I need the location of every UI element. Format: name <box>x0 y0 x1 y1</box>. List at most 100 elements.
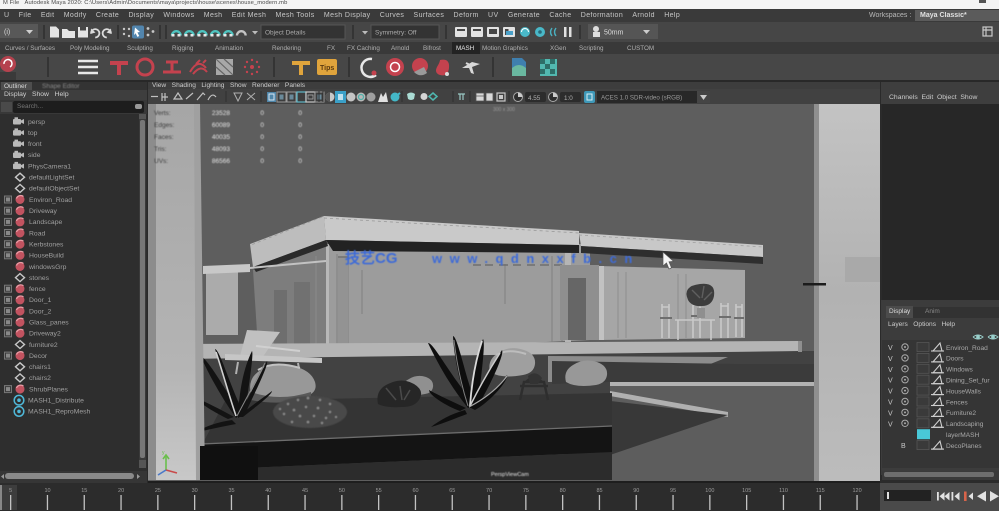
svg-text:Driveway: Driveway <box>29 208 58 215</box>
svg-text:Furniture2: Furniture2 <box>946 410 976 417</box>
svg-text:V: V <box>888 378 893 385</box>
svg-text:40: 40 <box>265 488 271 494</box>
svg-text:MASH1_ReproMesh: MASH1_ReproMesh <box>28 409 91 416</box>
svg-text:5: 5 <box>9 488 12 494</box>
svg-text:Symmetry: Off: Symmetry: Off <box>375 30 417 37</box>
svg-text:layerMASH: layerMASH <box>946 432 980 439</box>
svg-text:www.qdnxxfb.cn: www.qdnxxfb.cn <box>431 251 640 266</box>
svg-text:70: 70 <box>486 488 492 494</box>
svg-text:B: B <box>901 443 906 450</box>
svg-text:300 x 300: 300 x 300 <box>493 107 515 113</box>
svg-text:40035: 40035 <box>212 134 230 141</box>
svg-text:105: 105 <box>742 488 751 494</box>
svg-text:Glass_panes: Glass_panes <box>29 320 69 327</box>
svg-text:35: 35 <box>228 488 234 494</box>
svg-text:0: 0 <box>260 122 264 129</box>
svg-text:86566: 86566 <box>212 158 230 165</box>
svg-text:50mm: 50mm <box>604 30 624 37</box>
svg-text:V: V <box>888 367 893 374</box>
svg-text:0: 0 <box>260 110 264 117</box>
svg-text:Landscape: Landscape <box>29 219 62 226</box>
svg-text:ACES 1.0 SDR-video (sRGB): ACES 1.0 SDR-video (sRGB) <box>601 95 682 102</box>
svg-text:80: 80 <box>560 488 566 494</box>
svg-text:PerspViewCam: PerspViewCam <box>491 472 529 478</box>
svg-text:0: 0 <box>298 146 302 153</box>
svg-text:MASH1_Distribute: MASH1_Distribute <box>28 398 84 405</box>
svg-text:115: 115 <box>816 488 825 494</box>
svg-text:defaultLightSet: defaultLightSet <box>29 175 74 182</box>
svg-text:Doors: Doors <box>946 356 964 363</box>
svg-text:120: 120 <box>853 488 862 494</box>
svg-text:ShrubPlanes: ShrubPlanes <box>29 386 69 393</box>
svg-text:V: V <box>888 345 893 352</box>
svg-text:defaultObjectSet: defaultObjectSet <box>29 186 79 193</box>
svg-text:Environ_Road: Environ_Road <box>29 197 72 204</box>
svg-text:Tips: Tips <box>320 65 334 72</box>
svg-text:V: V <box>888 389 893 396</box>
svg-text:Object Details: Object Details <box>265 30 306 37</box>
svg-text:75: 75 <box>523 488 529 494</box>
svg-text:Decor: Decor <box>29 353 48 360</box>
svg-text:Edges:: Edges: <box>154 122 174 129</box>
svg-text:23528: 23528 <box>212 110 230 117</box>
svg-text:V: V <box>888 410 893 417</box>
svg-text:chairs1: chairs1 <box>29 364 51 371</box>
svg-text:windowsGrp: windowsGrp <box>28 264 67 271</box>
svg-text:0: 0 <box>298 110 302 117</box>
svg-text:0: 0 <box>298 158 302 165</box>
svg-text:chairs2: chairs2 <box>29 375 51 382</box>
svg-text:Driveway2: Driveway2 <box>29 331 61 338</box>
svg-text:PhysCamera1: PhysCamera1 <box>28 163 71 170</box>
svg-text:DecoPlanes: DecoPlanes <box>946 443 982 450</box>
svg-text:Door_1: Door_1 <box>29 297 52 304</box>
svg-text:技艺CG: 技艺CG <box>345 249 398 267</box>
svg-text:HouseWalls: HouseWalls <box>946 388 982 395</box>
svg-text:Verts:: Verts: <box>154 110 171 117</box>
svg-text:55: 55 <box>376 488 382 494</box>
svg-text:110: 110 <box>779 488 788 494</box>
svg-text:Fences: Fences <box>946 399 968 406</box>
svg-text:50: 50 <box>339 488 345 494</box>
svg-text:4.55: 4.55 <box>528 95 541 102</box>
svg-text:15: 15 <box>81 488 87 494</box>
svg-text:Environ_Road: Environ_Road <box>946 345 988 352</box>
svg-text:UVs:: UVs: <box>154 158 168 165</box>
svg-text:0: 0 <box>260 158 264 165</box>
svg-text:Tris:: Tris: <box>154 146 167 153</box>
svg-text:48093: 48093 <box>212 146 230 153</box>
svg-text:V: V <box>888 400 893 407</box>
svg-text:Windows: Windows <box>946 367 973 374</box>
svg-text:top: top <box>28 130 38 137</box>
svg-text:Road: Road <box>29 230 45 237</box>
svg-text:60089: 60089 <box>212 122 230 129</box>
svg-text:furniture2: furniture2 <box>29 342 58 349</box>
svg-text:85: 85 <box>596 488 602 494</box>
svg-text:persp: persp <box>28 119 45 126</box>
svg-text:45: 45 <box>302 488 308 494</box>
svg-text:10: 10 <box>44 488 50 494</box>
svg-text:90: 90 <box>633 488 639 494</box>
svg-text:Landscaping: Landscaping <box>946 421 984 428</box>
svg-text:60: 60 <box>412 488 418 494</box>
svg-text:side: side <box>28 152 41 159</box>
svg-text:Faces:: Faces: <box>154 134 174 141</box>
svg-text:Dining_Set_fur: Dining_Set_fur <box>946 378 990 385</box>
svg-text:stones: stones <box>29 275 50 282</box>
svg-text:0: 0 <box>260 134 264 141</box>
svg-text:95: 95 <box>670 488 676 494</box>
svg-text:V: V <box>888 356 893 363</box>
svg-text:fence: fence <box>29 286 46 293</box>
svg-text:30: 30 <box>192 488 198 494</box>
svg-text:V: V <box>888 421 893 428</box>
svg-text:Kerbstones: Kerbstones <box>29 242 64 249</box>
svg-text:20: 20 <box>118 488 124 494</box>
svg-text:65: 65 <box>449 488 455 494</box>
svg-text:HouseBuild: HouseBuild <box>29 253 64 260</box>
svg-text:0: 0 <box>298 122 302 129</box>
svg-text:Door_2: Door_2 <box>29 308 52 315</box>
svg-text:(i): (i) <box>4 29 10 36</box>
svg-text:front: front <box>28 141 42 148</box>
svg-text:1:0: 1:0 <box>564 95 573 102</box>
svg-text:100: 100 <box>705 488 714 494</box>
svg-text:0: 0 <box>298 134 302 141</box>
